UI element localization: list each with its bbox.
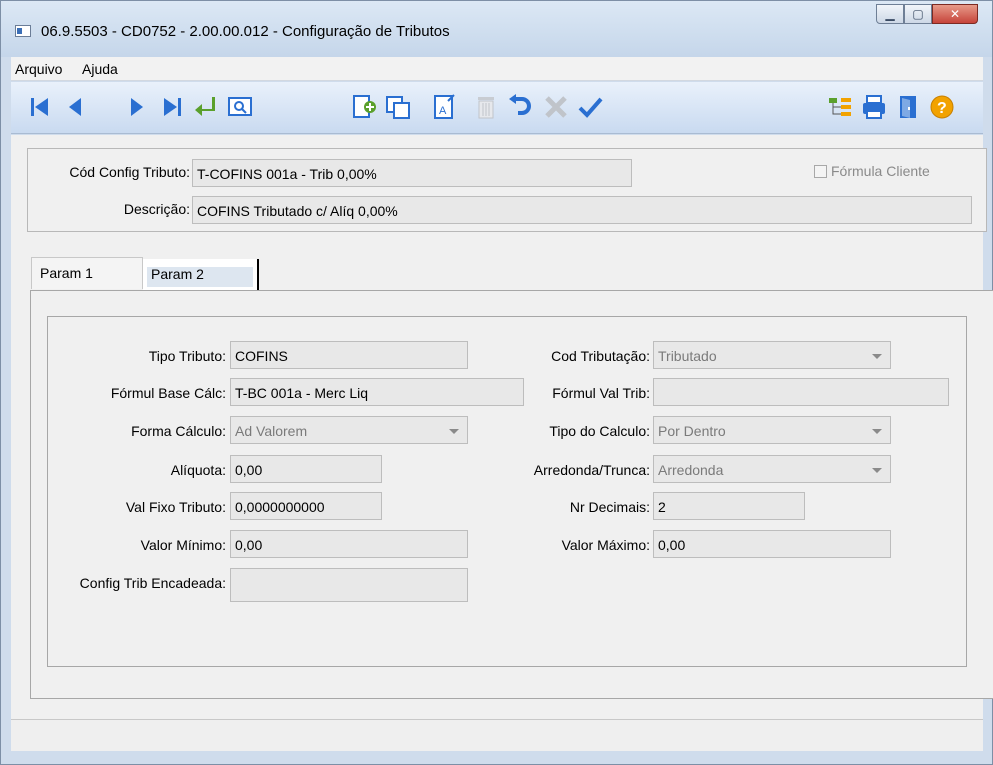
application-window: 06.9.5503 - CD0752 - 2.00.00.012 - Confi… [0,0,993,765]
undo-icon [509,94,531,115]
arredonda-label: Arredonda/Trunca: [533,462,650,478]
search-button[interactable] [225,91,255,123]
valor-minimo-label: Valor Mínimo: [140,537,226,553]
tipo-tributo-label: Tipo Tributo: [148,348,226,364]
tab-param-1-label: Param 1 [40,265,93,281]
formul-val-trib-field[interactable] [653,378,949,406]
descricao-field[interactable]: COFINS Tributado c/ Alíq 0,00% [192,196,972,224]
minimize-button[interactable]: ▁ [876,4,904,24]
cancel-button[interactable] [541,91,571,123]
config-trib-field[interactable] [230,568,468,602]
cod-tributacao-select[interactable]: Tributado [653,341,891,369]
close-button[interactable]: ✕ [932,4,978,24]
formula-cliente-label: Fórmula Cliente [831,163,930,179]
checkbox-box[interactable] [814,164,827,178]
param1-group: Tipo Tributo: COFINS Fórmul Base Cálc: T… [47,316,967,667]
title-bar[interactable]: 06.9.5503 - CD0752 - 2.00.00.012 - Confi… [1,1,992,57]
toolbar: A ? [11,82,983,134]
copy-record-button[interactable] [383,91,413,123]
help-button[interactable]: ? [927,91,957,123]
cod-config-label: Cód Config Tributo: [69,164,190,180]
cod-tributacao-label: Cod Tributação: [551,348,650,364]
formul-base-label: Fórmul Base Cálc: [110,385,226,401]
next-record-icon [131,98,143,116]
menu-bar: Arquivo Ajuda [11,57,983,81]
tipo-calculo-select[interactable]: Por Dentro [653,416,891,444]
print-icon [863,95,885,119]
maximize-button[interactable]: ▢ [904,4,932,24]
svg-text:?: ? [937,100,947,117]
formula-cliente-checkbox[interactable]: Fórmula Cliente [814,163,930,179]
valor-maximo-field[interactable]: 0,00 [653,530,891,558]
menu-arquivo[interactable]: Arquivo [15,61,62,77]
new-record-button[interactable] [349,91,379,123]
edit-record-icon: A [434,94,455,119]
exit-button[interactable] [893,91,923,123]
first-record-button[interactable] [25,91,55,123]
valor-minimo-field[interactable]: 0,00 [230,530,468,558]
close-icon: ✕ [949,7,961,21]
delete-record-button[interactable] [471,91,501,123]
descricao-label: Descrição: [123,201,190,217]
nr-decimais-field[interactable]: 2 [653,492,805,520]
tree-icon [829,98,851,116]
tipo-tributo-field[interactable]: COFINS [230,341,468,369]
client-area: Cód Config Tributo: T-COFINS 001a - Trib… [11,135,993,751]
new-record-icon [353,95,376,118]
val-fixo-field[interactable]: 0,0000000000 [230,492,382,520]
next-record-button[interactable] [121,91,151,123]
formul-base-field[interactable]: T-BC 001a - Merc Liq [230,378,524,406]
cod-config-field[interactable]: T-COFINS 001a - Trib 0,00% [192,159,632,187]
exit-icon [900,96,916,118]
goto-button[interactable] [191,91,221,123]
aliquota-field[interactable]: 0,00 [230,455,382,483]
confirm-icon [578,97,603,118]
tab-param-1[interactable]: Param 1 [31,257,143,289]
forma-calculo-select[interactable]: Ad Valorem [230,416,468,444]
tipo-calculo-label: Tipo do Calculo: [549,423,650,439]
window-title: 06.9.5503 - CD0752 - 2.00.00.012 - Confi… [41,23,450,40]
previous-record-button[interactable] [61,91,91,123]
last-record-icon [164,98,181,116]
tab-param-2[interactable]: Param 2 [143,259,259,291]
formul-val-trib-label: Fórmul Val Trib: [552,385,650,401]
config-trib-label: Config Trib Encadeada: [79,575,226,591]
minimize-icon: ▁ [885,7,895,21]
val-fixo-label: Val Fixo Tributo: [125,499,226,515]
header-panel: Cód Config Tributo: T-COFINS 001a - Trib… [27,148,987,232]
undo-button[interactable] [505,91,535,123]
copy-record-icon [386,96,410,119]
goto-icon [195,97,215,116]
tree-button[interactable] [825,91,855,123]
tab-param-2-label: Param 2 [151,266,204,282]
confirm-button[interactable] [575,91,605,123]
edit-record-button[interactable]: A [429,91,459,123]
tab-panel: Tipo Tributo: COFINS Fórmul Base Cálc: T… [30,290,993,699]
search-icon [228,97,252,116]
forma-calculo-label: Forma Cálculo: [131,423,226,439]
app-icon[interactable] [15,25,31,37]
maximize-icon: ▢ [912,7,924,21]
last-record-button[interactable] [157,91,187,123]
status-bar [11,719,983,751]
previous-record-icon [69,98,81,116]
print-button[interactable] [859,91,889,123]
help-icon: ? [930,95,954,119]
aliquota-label: Alíquota: [170,462,226,478]
first-record-icon [31,98,48,116]
arredonda-select[interactable]: Arredonda [653,455,891,483]
svg-text:A: A [439,105,447,117]
caption-buttons: ▁ ▢ ✕ [876,4,978,24]
valor-maximo-label: Valor Máximo: [561,537,650,553]
delete-record-icon [478,97,494,119]
menu-ajuda[interactable]: Ajuda [82,61,118,77]
nr-decimais-label: Nr Decimais: [569,499,650,515]
cancel-icon [545,96,567,118]
